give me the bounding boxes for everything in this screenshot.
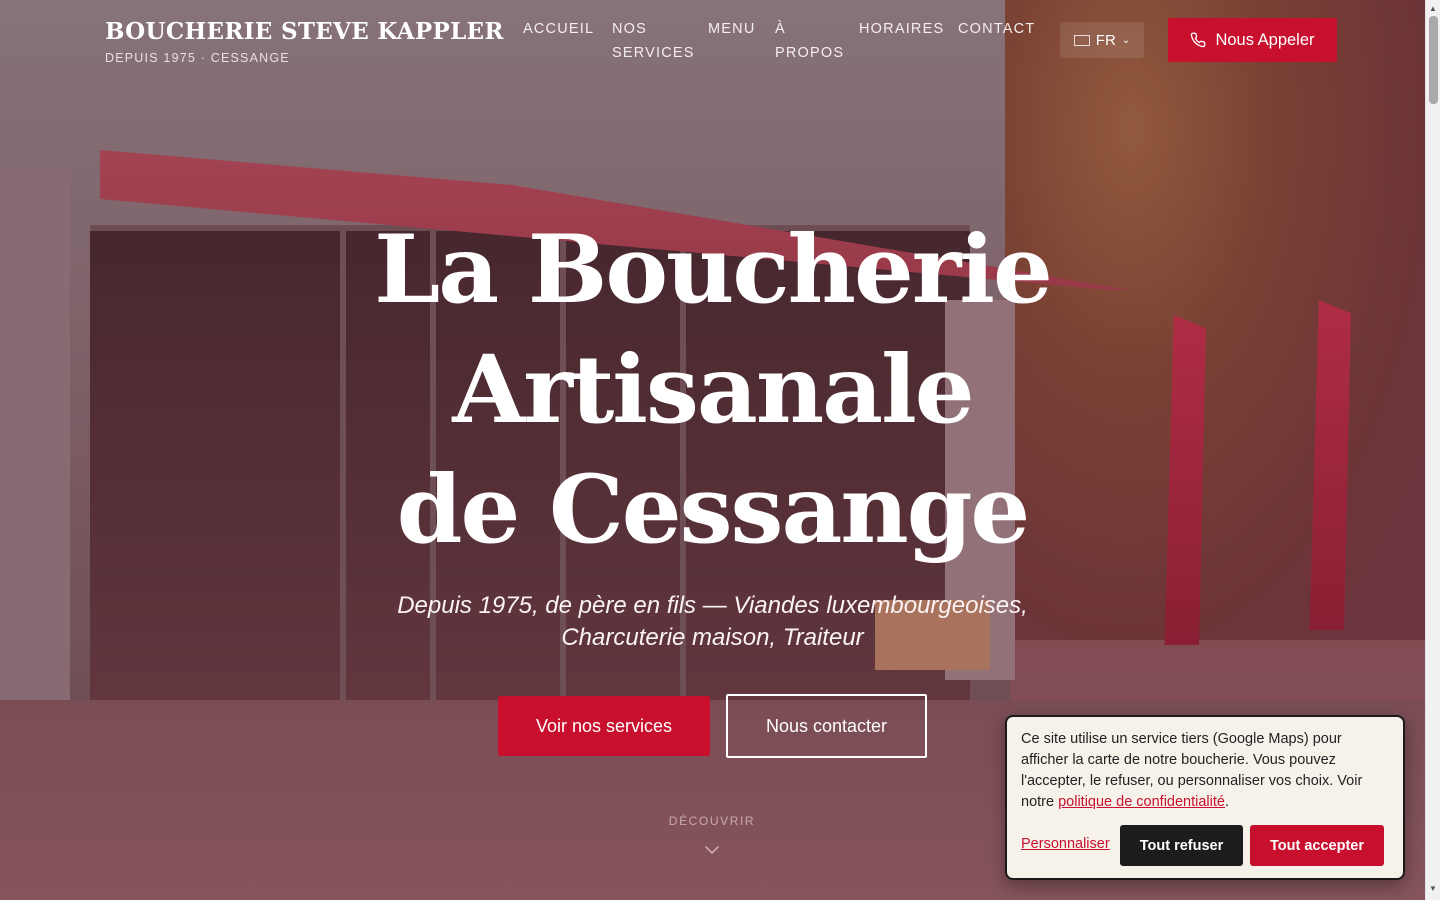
accept-all-button[interactable]: Tout accepter <box>1250 825 1384 866</box>
nav-item-horaires[interactable]: HORAIRES <box>859 17 944 41</box>
nav-item-contact[interactable]: CONTACT <box>958 17 1035 41</box>
refuse-all-button[interactable]: Tout refuser <box>1120 825 1243 866</box>
chevron-down-icon[interactable] <box>704 842 720 858</box>
hero-title-line2: Artisanale <box>452 335 974 445</box>
hero-subtitle-line2: Charcuterie maison, Traiteur <box>561 624 864 651</box>
privacy-policy-link[interactable]: politique de confidentialité <box>1058 794 1225 810</box>
cookie-banner: Ce site utilise un service tiers (Google… <box>1005 715 1405 880</box>
page-scrollbar[interactable]: ▲ ▼ <box>1425 0 1440 900</box>
customize-button[interactable]: Personnaliser <box>1021 836 1110 852</box>
brand-name: BOUCHERIE STEVE KAPPLER <box>105 18 504 45</box>
nav-item-accueil[interactable]: ACCUEIL <box>523 17 594 41</box>
nav-item-a-propos[interactable]: À PROPOS <box>775 17 845 65</box>
cookie-text-end: . <box>1224 794 1229 810</box>
call-button-label: Nous Appeler <box>1215 30 1315 49</box>
services-button[interactable]: Voir nos services <box>498 696 710 756</box>
hero-subtitle-line1: Depuis 1975, de père en fils — Viandes l… <box>397 592 1028 619</box>
hero-title-line3: de Cessange <box>396 455 1031 565</box>
brand-logo[interactable]: BOUCHERIE STEVE KAPPLER DEPUIS 1975 · CE… <box>105 18 504 65</box>
scroll-down-icon[interactable]: ▼ <box>1429 884 1437 893</box>
nav-item-menu[interactable]: MENU <box>708 17 756 41</box>
language-label: FR <box>1095 31 1116 49</box>
brand-tagline: DEPUIS 1975 · CESSANGE <box>105 51 290 65</box>
contact-button[interactable]: Nous contacter <box>726 694 927 758</box>
call-button[interactable]: Nous Appeler <box>1168 18 1337 62</box>
hero-subtitle: Depuis 1975, de père en fils — Viandes l… <box>300 590 1125 654</box>
scrollbar-thumb[interactable] <box>1429 16 1438 104</box>
discover-label[interactable]: DÉCOUVRIR <box>612 814 812 828</box>
cookie-message: Ce site utilise un service tiers (Google… <box>1021 729 1389 813</box>
nav-item-services[interactable]: NOS SERVICES <box>612 17 693 65</box>
scroll-up-icon[interactable]: ▲ <box>1429 4 1437 13</box>
hero-title: La Boucherie Artisanale de Cessange <box>300 210 1125 570</box>
phone-icon <box>1191 32 1206 48</box>
hero-title-line1: La Boucherie <box>374 215 1053 325</box>
cookie-actions: Personnaliser Tout refuser Tout accepter <box>1021 825 1391 866</box>
flag-icon <box>1073 34 1090 46</box>
site-header: BOUCHERIE STEVE KAPPLER DEPUIS 1975 · CE… <box>0 0 1425 80</box>
language-selector[interactable]: FR ⌄ <box>1060 22 1144 58</box>
chevron-down-icon: ⌄ <box>1121 34 1131 46</box>
